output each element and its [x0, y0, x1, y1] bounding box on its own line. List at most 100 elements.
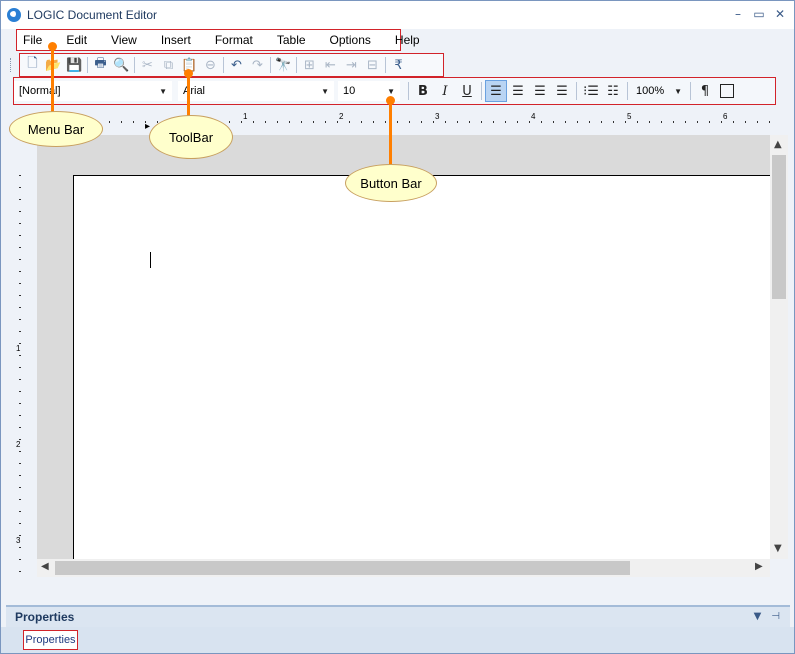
- justify-button[interactable]: ☰: [551, 80, 573, 102]
- ruler-tick: [19, 295, 21, 296]
- bottom-tab-strip: [1, 627, 794, 653]
- scroll-down-icon[interactable]: ▼: [774, 543, 782, 554]
- horizontal-ruler[interactable]: 1 2 3 4 5 6 ▸: [13, 109, 776, 133]
- ruler-tick: [601, 121, 602, 123]
- menu-item-options[interactable]: Options: [324, 33, 377, 47]
- copy-button[interactable]: ⧉: [158, 55, 179, 75]
- scroll-up-icon[interactable]: ▲: [774, 139, 782, 150]
- minimize-button[interactable]: –: [732, 8, 744, 20]
- align-center-button[interactable]: ☰: [529, 80, 551, 102]
- ruler-tick: [529, 121, 530, 123]
- horizontal-scroll-thumb[interactable]: [55, 561, 630, 575]
- vertical-scrollbar[interactable]: ▲ ▼: [770, 135, 788, 559]
- maximize-button[interactable]: ▭: [753, 8, 765, 20]
- align-left-button[interactable]: ☰: [485, 80, 507, 102]
- rupee-button[interactable]: ₹: [388, 55, 409, 75]
- scroll-left-icon[interactable]: ◀: [41, 561, 49, 572]
- pin-icon[interactable]: ⊣: [771, 611, 780, 622]
- ruler-tick: [649, 121, 650, 123]
- scroll-right-icon[interactable]: ▶: [755, 561, 763, 572]
- bold-button[interactable]: B: [412, 80, 434, 102]
- bullet-list-icon: ⁝☰: [583, 83, 599, 99]
- horizontal-scrollbar[interactable]: ◀ ▶: [37, 559, 770, 577]
- cut-button[interactable]: ✂: [137, 55, 158, 75]
- new-document-button[interactable]: 🗋: [22, 55, 43, 75]
- ruler-tick: [19, 175, 21, 176]
- toolbar-grip[interactable]: [10, 58, 13, 72]
- italic-button[interactable]: I: [434, 80, 456, 102]
- print-preview-icon: 🔍: [113, 57, 130, 73]
- save-button[interactable]: 💾: [64, 55, 85, 75]
- ruler-tick: [19, 427, 21, 428]
- properties-tab[interactable]: Properties: [23, 630, 78, 650]
- ruler-tick: [445, 121, 446, 123]
- document-page[interactable]: [73, 175, 770, 559]
- ruler-tick: [19, 283, 21, 284]
- panel-dropdown-icon[interactable]: ▼: [754, 611, 762, 622]
- table-right-icon: ⇥: [346, 57, 357, 73]
- underline-button[interactable]: U: [456, 80, 478, 102]
- vertical-ruler[interactable]: 1 2 3: [13, 171, 33, 579]
- table-delete-button[interactable]: ⊟: [362, 55, 383, 75]
- print-button[interactable]: 🖶: [90, 55, 111, 75]
- save-icon: 💾: [66, 57, 83, 73]
- font-combo[interactable]: Arial ▼: [178, 81, 334, 101]
- chevron-down-icon: ▼: [674, 86, 682, 96]
- print-preview-button[interactable]: 🔍: [111, 55, 132, 75]
- vertical-scroll-thumb[interactable]: [772, 155, 786, 299]
- print-icon: 🖶: [94, 56, 107, 71]
- ruler-tick: [253, 121, 254, 123]
- style-combo[interactable]: [Normal] ▼: [14, 81, 172, 101]
- undo-icon: ↶: [231, 57, 242, 73]
- align-right-button[interactable]: ☰: [507, 80, 529, 102]
- menu-item-format[interactable]: Format: [209, 33, 259, 47]
- new-document-icon: 🗋: [27, 56, 38, 71]
- zoom-value: 100%: [636, 85, 665, 97]
- indent-marker-icon[interactable]: ▸: [145, 121, 150, 132]
- ruler-tick: [517, 121, 518, 123]
- find-button[interactable]: 🔭: [273, 55, 294, 75]
- ruler-tick: [493, 121, 494, 123]
- bullet-list-button[interactable]: ⁝☰: [580, 80, 602, 102]
- menu-item-table[interactable]: Table: [271, 33, 312, 47]
- ruler-number: 4: [531, 112, 536, 121]
- delete-button[interactable]: ⊖: [200, 55, 221, 75]
- chevron-down-icon: ▼: [321, 86, 329, 96]
- copy-icon: ⧉: [163, 57, 174, 73]
- table-insert-button[interactable]: ⊞: [299, 55, 320, 75]
- style-value: [Normal]: [19, 85, 61, 97]
- ruler-tick: [721, 121, 722, 123]
- ruler-tick: [541, 121, 542, 123]
- ruler-tick: [19, 511, 21, 512]
- cut-icon: ✂: [142, 57, 153, 73]
- tool-bar: 🗋📂💾🖶🔍✂⧉📋⊖↶↷🔭⊞⇤⇥⊟₹: [10, 53, 444, 77]
- ruler-tick: [19, 367, 21, 368]
- close-button[interactable]: ✕: [774, 8, 786, 20]
- menu-item-file[interactable]: File: [17, 33, 48, 47]
- undo-button[interactable]: ↶: [226, 55, 247, 75]
- ruler-tick: [229, 121, 230, 123]
- ruler-tick: [481, 121, 482, 123]
- menu-item-view[interactable]: View: [105, 33, 143, 47]
- text-frame-button[interactable]: [716, 80, 738, 102]
- redo-button[interactable]: ↷: [247, 55, 268, 75]
- show-formatting-button[interactable]: ¶: [694, 80, 716, 102]
- ruler-tick: [301, 121, 302, 123]
- delete-icon: ⊖: [205, 57, 216, 73]
- ruler-tick: [19, 475, 21, 476]
- menu-item-insert[interactable]: Insert: [155, 33, 197, 47]
- zoom-combo[interactable]: 100% ▼: [631, 81, 687, 101]
- table-insert-icon: ⊞: [304, 57, 315, 73]
- menu-item-edit[interactable]: Edit: [60, 33, 93, 47]
- ruler-tick: [457, 121, 458, 123]
- numbered-list-button[interactable]: ☷: [602, 80, 624, 102]
- ruler-tick: [661, 121, 662, 123]
- menu-item-help[interactable]: Help: [389, 33, 426, 47]
- table-left-button[interactable]: ⇤: [320, 55, 341, 75]
- properties-title: Properties: [15, 610, 75, 624]
- ruler-tick: [709, 121, 710, 123]
- ruler-tick: [265, 121, 266, 123]
- ruler-tick: [745, 121, 746, 123]
- table-right-button[interactable]: ⇥: [341, 55, 362, 75]
- ruler-tick: [325, 121, 326, 123]
